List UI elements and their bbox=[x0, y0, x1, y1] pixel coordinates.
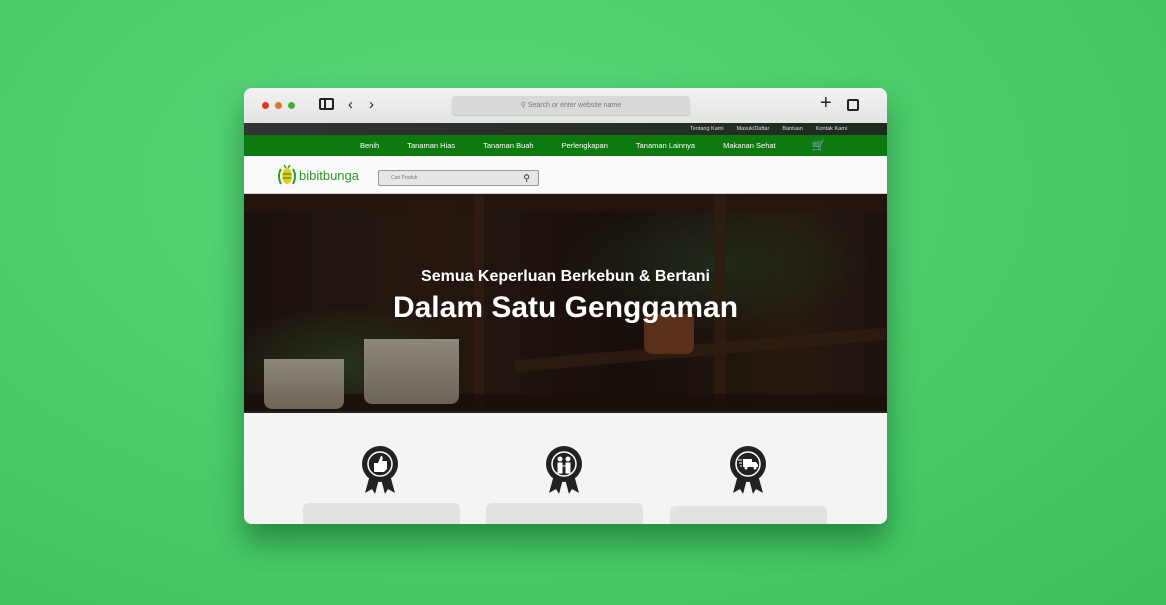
bee-logo-icon bbox=[278, 164, 296, 185]
product-search-input[interactable]: Cari Produk ⚲ bbox=[378, 170, 539, 186]
feature-card bbox=[670, 506, 827, 524]
link-bantuan[interactable]: Bantuan bbox=[782, 126, 803, 132]
new-tab-icon[interactable]: + bbox=[820, 92, 832, 115]
site-header: bibitbunga Cari Produk ⚲ bbox=[244, 156, 887, 194]
link-masuk-daftar[interactable]: Masuk/Daftar bbox=[737, 126, 770, 132]
handshake-badge-icon bbox=[546, 446, 582, 494]
nav-perlengkapan[interactable]: Perlengkapan bbox=[562, 141, 608, 150]
main-nav: Benih Tanaman Hias Tanaman Buah Perlengk… bbox=[244, 135, 887, 156]
feature-card bbox=[303, 503, 460, 524]
nav-makanan-sehat[interactable]: Makanan Sehat bbox=[723, 141, 776, 150]
browser-titlebar: ‹ › ⚲ Search or enter website name + bbox=[244, 88, 887, 123]
sidebar-toggle-icon[interactable] bbox=[319, 98, 334, 110]
maximize-window-button[interactable] bbox=[288, 102, 295, 109]
thumbs-up-badge-icon bbox=[362, 446, 398, 494]
address-bar[interactable]: ⚲ Search or enter website name bbox=[452, 96, 690, 115]
top-links-bar: Tentang Kami Masuk/Daftar Bantuan Kontak… bbox=[244, 123, 887, 135]
search-icon[interactable]: ⚲ bbox=[523, 171, 530, 185]
logo[interactable]: bibitbunga bbox=[277, 163, 359, 187]
search-icon: ⚲ bbox=[520, 102, 528, 109]
forward-icon[interactable]: › bbox=[369, 96, 374, 113]
link-kontak-kami[interactable]: Kontak Kami bbox=[816, 126, 847, 132]
cart-icon[interactable]: 🛒 bbox=[812, 139, 826, 152]
nav-tanaman-lainnya[interactable]: Tanaman Lainnya bbox=[636, 141, 695, 150]
nav-benih[interactable]: Benih bbox=[360, 141, 379, 150]
hero-banner: Semua Keperluan Berkebun & Bertani Dalam… bbox=[244, 194, 887, 411]
link-tentang-kami[interactable]: Tentang Kami bbox=[690, 126, 724, 132]
delivery-truck-badge-icon bbox=[730, 446, 766, 494]
nav-tanaman-buah[interactable]: Tanaman Buah bbox=[483, 141, 533, 150]
browser-window: ‹ › ⚲ Search or enter website name + Ten… bbox=[244, 88, 887, 524]
hero-subtitle: Semua Keperluan Berkebun & Bertani bbox=[421, 268, 710, 285]
hero-title: Dalam Satu Genggaman bbox=[392, 291, 739, 324]
close-window-button[interactable] bbox=[262, 102, 269, 109]
minimize-window-button[interactable] bbox=[275, 102, 282, 109]
feature-card bbox=[486, 503, 643, 524]
features-section bbox=[244, 411, 887, 524]
nav-tanaman-hias[interactable]: Tanaman Hias bbox=[407, 141, 455, 150]
back-icon[interactable]: ‹ bbox=[348, 96, 353, 113]
tabs-overview-icon[interactable] bbox=[847, 99, 859, 111]
